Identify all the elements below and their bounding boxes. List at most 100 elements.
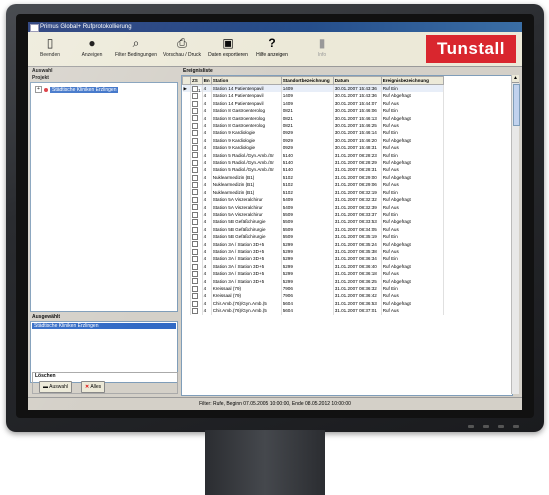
row-checkbox[interactable]	[192, 145, 198, 152]
table-cell	[190, 270, 203, 278]
table-cell: 4	[202, 159, 212, 167]
row-checkbox[interactable]	[192, 152, 198, 159]
table-row[interactable]: 4 Kreissaal (79) 7906 31.01.2007 08:36:32 Ru…	[182, 284, 444, 293]
row-checkbox[interactable]	[192, 93, 198, 100]
table-row[interactable]: 4 Station 9 Kardiologie 0929 30.01.2007 15:…	[182, 144, 444, 152]
row-checkbox[interactable]	[192, 226, 198, 233]
table-row[interactable]: 4 Station 5A Viszeralchirur 5409 31.01.2007…	[182, 196, 444, 204]
projekt-label: Projekt	[32, 75, 49, 81]
table-cell: Station 3A / Station 3D+5	[211, 270, 282, 278]
row-checkbox[interactable]	[192, 108, 198, 114]
table-row[interactable]: 4 Station 5 Radiol./Gyn.Amb./Sr 5140 31.01.…	[182, 166, 444, 174]
table-row[interactable]: 4 Nuklearmedizin (B1) 5102 31.01.2007 08:29…	[182, 173, 444, 182]
scroll-thumb[interactable]	[513, 84, 520, 126]
table-cell: 4	[202, 210, 212, 219]
table-row[interactable]: 4 Chir.Amb.(76)/Gyn.Amb.(5 5604 31.01.2007 …	[182, 307, 444, 315]
column-header[interactable]: Ereignisbezeichnung	[380, 76, 444, 85]
table-cell: 4	[202, 277, 212, 285]
row-marker	[182, 136, 191, 145]
table-row[interactable]: 4 Station 3A / Station 3D+5 5299 31.01.2007…	[182, 270, 444, 278]
row-checkbox[interactable]	[192, 196, 198, 203]
row-checkbox[interactable]	[192, 100, 198, 107]
row-checkbox[interactable]	[192, 167, 198, 174]
delete-all-button[interactable]: ✕ Alles	[81, 381, 106, 393]
table-cell: 30.01.2007 15:46:13	[333, 114, 382, 123]
column-header[interactable]: Station	[210, 76, 282, 85]
toolbar: ▯ Beenden ● Anzeigen ⌕ Filter Bedingunge…	[28, 32, 522, 67]
info-button[interactable]: ▮ Info	[302, 34, 342, 64]
table-row[interactable]: 4 Station 3A / Station 3D+5 5299 31.01.2007…	[182, 262, 444, 271]
row-checkbox[interactable]	[192, 293, 198, 300]
row-checkbox[interactable]	[192, 115, 198, 122]
table-row[interactable]: 4 Station 14 Patientenpavil 1409 30.01.2007…	[182, 99, 444, 108]
table-cell	[190, 173, 203, 182]
row-checkbox[interactable]	[192, 189, 198, 196]
column-header[interactable]: Bn	[201, 76, 212, 85]
print-preview-button[interactable]: ⎙ Vorschau / Druck	[160, 34, 204, 64]
selected-item[interactable]: Städtische Kliniken Erzlingen	[32, 323, 176, 329]
delete-selection-button[interactable]: ▬ Auswahl	[39, 381, 73, 393]
table-row[interactable]: 4 Station 5A Viszeralchirur 5409 31.01.2007…	[182, 203, 444, 211]
tree-item[interactable]: + Städtische Kliniken Erzlingen	[35, 86, 119, 93]
exit-button[interactable]: ▯ Beenden	[30, 34, 70, 64]
row-checkbox[interactable]	[192, 182, 198, 189]
table-cell: 31.01.2007 08:34:05	[333, 225, 382, 234]
scroll-up-icon[interactable]: ▲	[512, 75, 519, 83]
row-checkbox[interactable]	[192, 233, 198, 240]
row-checkbox[interactable]	[192, 248, 198, 255]
table-row[interactable]: 4 Station 3A / Station 3D+5 5299 31.01.2007…	[182, 255, 444, 263]
table-row[interactable]: 4 Station 8 Gastroenterolog 0821 30.01.2007…	[182, 122, 444, 130]
table-row[interactable]: 4 Station 9 Kardiologie 0929 30.01.2007 15:…	[182, 136, 444, 145]
export-button[interactable]: ▣ Daten exportieren	[206, 34, 250, 64]
table-row[interactable]: 4 Station 3A / Station 3D+5 5299 31.01.2007…	[182, 247, 444, 256]
column-header[interactable]: Datum	[332, 76, 382, 85]
table-row[interactable]: 4 Station 14 Patientenpavil 1409 30.01.2007…	[182, 92, 444, 100]
table-row[interactable]: 4 Nuklearmedizin (B1) 5102 31.01.2007 08:32…	[182, 188, 444, 197]
row-checkbox[interactable]	[192, 211, 198, 218]
table-row[interactable]: 4 Station 5 Radiol./Gyn.Amb./Sr 5140 31.01.…	[182, 159, 444, 167]
table-row[interactable]: ▶ 1 4 Station 14 Patientenpavil 1409 30.01.20…	[182, 84, 444, 93]
row-checkbox[interactable]	[192, 263, 198, 270]
door-icon: ▯	[46, 36, 54, 50]
table-row[interactable]: 4 Station 3A / Station 3D+5 5299 31.01.2007…	[182, 277, 444, 285]
table-row[interactable]: 4 Station 5A Viszeralchirur 5509 31.01.2007…	[182, 210, 444, 219]
help-button[interactable]: ? Hilfe anzeigen	[252, 34, 292, 64]
table-row[interactable]: 4 Station 5B Gefäßchirurgie 5509 31.01.2007…	[182, 225, 444, 234]
project-tree[interactable]: + Städtische Kliniken Erzlingen	[30, 82, 178, 312]
show-button[interactable]: ● Anzeigen	[72, 34, 112, 64]
table-row[interactable]: 4 Nuklearmedizin (B1) 5102 31.01.2007 08:29…	[182, 181, 444, 189]
table-row[interactable]: 4 Station 9 Kardiologie 0929 30.01.2007 15:…	[182, 129, 444, 137]
row-checkbox[interactable]	[192, 174, 198, 181]
row-checkbox[interactable]	[192, 307, 198, 314]
row-checkbox[interactable]	[192, 137, 198, 144]
table-row[interactable]: 4 Station 8 Gastroenterolog 0821 30.01.2007…	[182, 114, 444, 123]
row-checkbox[interactable]	[192, 204, 198, 211]
row-checkbox[interactable]	[192, 256, 198, 263]
row-checkbox[interactable]	[192, 122, 198, 129]
expand-icon[interactable]: +	[35, 86, 42, 93]
vertical-scrollbar[interactable]: ▲	[511, 75, 520, 394]
table-row[interactable]: 4 Station 3A / Station 3D+5 5299 31.01.2007…	[182, 240, 444, 248]
table-cell	[190, 307, 203, 315]
row-checkbox[interactable]	[192, 270, 198, 277]
column-header[interactable]: Standortbezeichnung	[280, 76, 334, 85]
table-row[interactable]: 4 Station 5B Gefäßchirurgie 5509 31.01.2007…	[182, 233, 444, 241]
table-row[interactable]: 4 Kreissaal (79) 7906 31.01.2007 08:36:42 Ru…	[182, 292, 444, 300]
table-row[interactable]: 4 Chir.Amb.(76)/Gyn.Amb.(5 5604 31.01.2007 …	[182, 299, 444, 308]
row-checkbox[interactable]	[192, 300, 198, 307]
table-row[interactable]: 4 Station 5B Gefäßchirurgie 5509 31.01.2007…	[182, 218, 444, 226]
exit-label: Beenden	[39, 52, 61, 58]
row-checkbox[interactable]	[192, 159, 198, 166]
table-row[interactable]: 4 Station 8 Gastroenterolog 0821 30.01.2007…	[182, 107, 444, 115]
event-table[interactable]: ZS Bn Station Standortbezeichnung Datum Ereig…	[181, 75, 513, 396]
table-row[interactable]: 4 Station 5 Radiol./Gyn.Amb./Sr 5140 31.01.…	[182, 151, 444, 160]
row-checkbox[interactable]	[192, 219, 198, 226]
row-checkbox[interactable]	[192, 278, 198, 285]
column-header[interactable]: ZS	[190, 76, 203, 85]
table-cell: Ruf Ein	[381, 151, 444, 160]
row-checkbox[interactable]	[192, 130, 198, 137]
filter-button[interactable]: ⌕ Filter Bedingungen	[114, 34, 158, 64]
table-cell: 5604	[281, 299, 334, 308]
row-checkbox[interactable]	[192, 285, 198, 292]
row-checkbox[interactable]	[192, 241, 198, 248]
